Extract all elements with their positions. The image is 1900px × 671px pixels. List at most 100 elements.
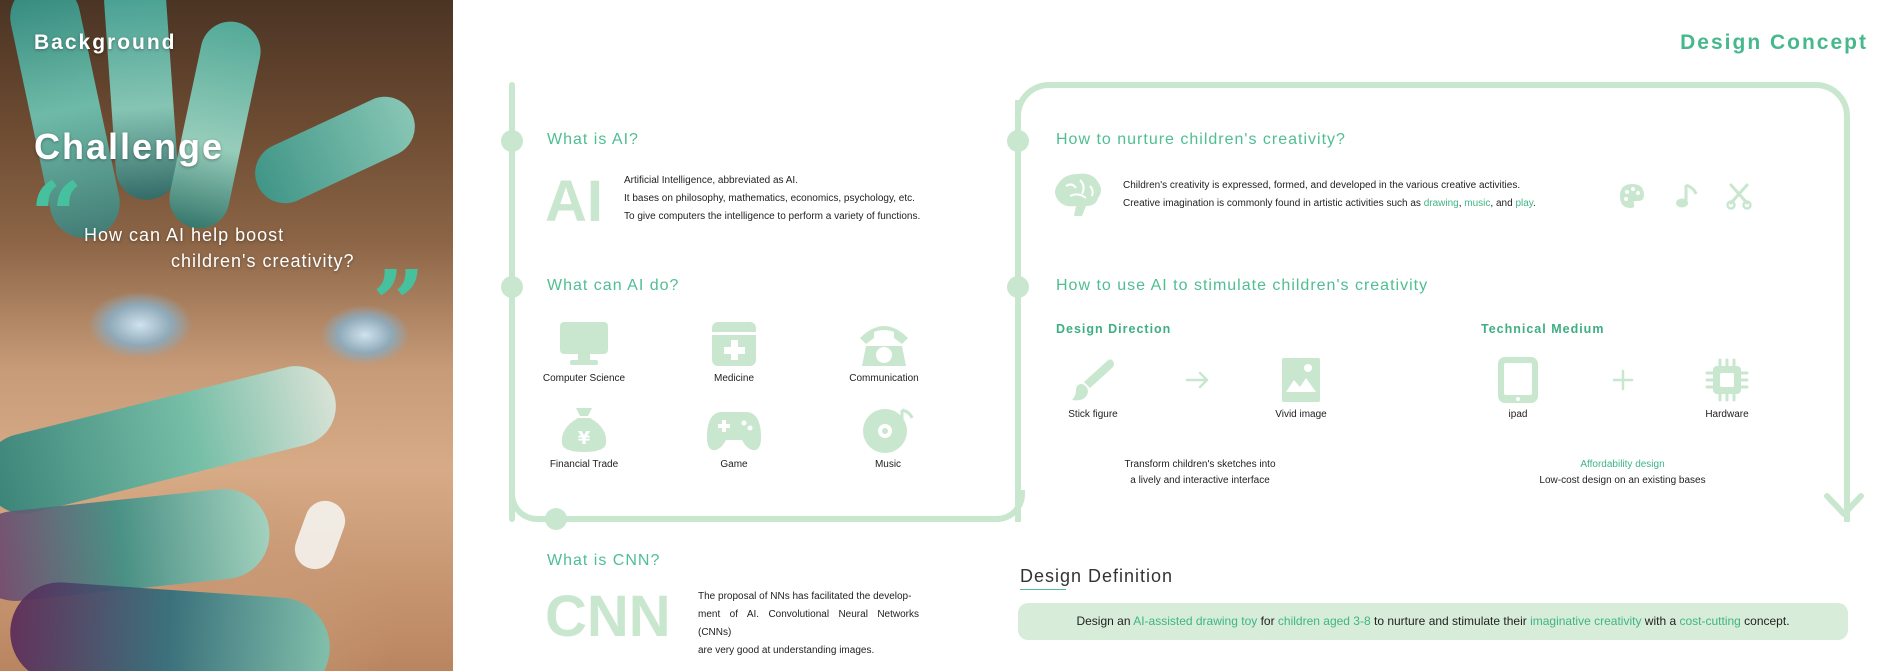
ipad-label: ipad xyxy=(1508,409,1528,420)
vivid-image-item: Vivid image xyxy=(1236,356,1366,420)
cnn-description-line: ment of AI. Convolutional Neural Network… xyxy=(698,609,919,638)
tablet-icon xyxy=(1498,357,1538,403)
design-direction-desc-line: a lively and interactive interface xyxy=(1130,475,1270,486)
background-title: Background xyxy=(34,31,177,54)
timeline-dot xyxy=(501,130,523,152)
design-direction-title: Design Direction xyxy=(1056,322,1172,336)
ai-description-line: To give computers the intelligence to pe… xyxy=(624,211,921,222)
design-definition-box: Design an AI-assisted drawing toy for ch… xyxy=(1018,603,1848,640)
nurture-description: Children's creativity is expressed, form… xyxy=(1123,177,1536,213)
cnn-description-line: are very good at understanding images. xyxy=(698,645,875,656)
gamepad-icon xyxy=(706,412,762,451)
chip-icon xyxy=(1705,358,1749,402)
highlight-play: play xyxy=(1515,198,1534,209)
ai-field-medicine: Medicine xyxy=(669,320,799,384)
telephone-icon xyxy=(860,326,908,366)
ai-field-music: Music xyxy=(823,406,953,470)
plus-icon xyxy=(1612,369,1634,391)
definition-text: to nurture and stimulate their xyxy=(1370,614,1531,628)
ai-field-label: Computer Science xyxy=(542,373,626,384)
timeline-line xyxy=(1015,100,1021,522)
challenge-question-line1: How can AI help boost xyxy=(84,225,285,245)
separator: , and xyxy=(1490,198,1516,209)
image-icon xyxy=(1282,358,1320,402)
highlight-children-aged: children aged 3-8 xyxy=(1277,614,1371,628)
design-concept-title: Design Concept xyxy=(1680,31,1868,54)
paint-smear xyxy=(289,495,351,575)
highlight-drawing: drawing xyxy=(1423,198,1459,209)
timeline-dot xyxy=(501,276,523,298)
cnn-description: The proposal of NNs has facilitated the … xyxy=(698,588,919,660)
scissors-icon xyxy=(1726,183,1752,210)
definition-text: with a xyxy=(1641,614,1680,628)
definition-text: for xyxy=(1257,614,1278,628)
design-direction-desc-line: Transform children's sketches into xyxy=(1124,459,1276,470)
palette-icon xyxy=(1620,184,1644,208)
what-can-ai-do-title: What can AI do? xyxy=(547,277,680,294)
highlight-imaginative-creativity: imaginative creativity xyxy=(1530,614,1642,628)
hardware-item: Hardware xyxy=(1662,356,1792,420)
painted-hand xyxy=(6,578,334,671)
stick-figure-item: Stick figure xyxy=(1028,356,1158,420)
design-definition-title: Design Definition xyxy=(1020,566,1174,586)
definition-text: concept. xyxy=(1740,614,1790,628)
challenge-question-line2: children's creativity? xyxy=(171,251,355,271)
technical-medium-desc-line: Low-cost design on an existing bases xyxy=(1539,475,1706,486)
ai-field-communication: Communication xyxy=(819,320,949,384)
stimulate-title: How to use AI to stimulate children's cr… xyxy=(1056,277,1429,294)
ai-big-word: AI xyxy=(545,169,603,234)
ai-field-label: Financial Trade xyxy=(549,459,619,470)
brain-icon xyxy=(1055,173,1101,216)
music-note-icon xyxy=(1676,183,1698,208)
hardware-label: Hardware xyxy=(1705,409,1749,420)
ai-description: Artificial Intelligence, abbreviated as … xyxy=(624,172,920,226)
nurture-line2-prefix: Creative imagination is commonly found i… xyxy=(1123,198,1424,209)
highlight-music: music xyxy=(1464,198,1491,209)
design-direction-description: Transform children's sketches into a liv… xyxy=(1080,457,1320,489)
what-is-ai-title: What is AI? xyxy=(547,131,639,148)
background-photo: Background Challenge “ How can AI help b… xyxy=(0,0,453,671)
open-quote-icon: “ xyxy=(30,162,83,270)
ai-field-game: Game xyxy=(669,406,799,470)
title-underline xyxy=(1020,589,1066,590)
money-bag-icon: ¥ xyxy=(561,408,607,452)
stick-figure-label: Stick figure xyxy=(1068,409,1118,420)
ai-field-label: Communication xyxy=(849,373,919,384)
highlight-ai-assisted-drawing-toy: AI-assisted drawing toy xyxy=(1133,614,1258,628)
ai-field-label: Game xyxy=(720,459,748,470)
cnn-description-line: The proposal of NNs has facilitated the … xyxy=(698,591,912,602)
nurture-line2: Creative imagination is commonly found i… xyxy=(1123,195,1536,213)
close-quote-icon: ” xyxy=(372,250,425,358)
medical-kit-icon xyxy=(712,322,756,366)
technical-medium-title: Technical Medium xyxy=(1481,322,1605,336)
technical-medium-description: Affordability design Low-cost design on … xyxy=(1500,457,1745,489)
ai-field-financial-trade: ¥ Financial Trade xyxy=(519,406,649,470)
timeline-dot xyxy=(545,508,567,530)
svg-text:¥: ¥ xyxy=(578,428,591,449)
ai-field-label: Medicine xyxy=(713,373,755,384)
timeline-dot xyxy=(1007,130,1029,152)
arrow-right-icon xyxy=(1185,371,1209,389)
timeline-line xyxy=(509,490,1025,522)
vivid-image-label: Vivid image xyxy=(1275,409,1327,420)
definition-text: Design an xyxy=(1076,614,1134,628)
what-is-cnn-title: What is CNN? xyxy=(547,552,661,569)
monitor-icon xyxy=(560,322,608,365)
ai-field-label: Music xyxy=(874,459,902,470)
timeline-dot xyxy=(1007,276,1029,298)
nurture-title: How to nurture children's creativity? xyxy=(1056,131,1346,148)
painted-finger xyxy=(163,16,267,234)
ai-field-computer-science: Computer Science xyxy=(519,320,649,384)
music-disc-icon xyxy=(863,408,914,453)
ai-description-line: It bases on philosophy, mathematics, eco… xyxy=(624,193,915,204)
affordability-highlight: Affordability design xyxy=(1580,459,1665,470)
painted-finger xyxy=(245,86,425,214)
nurture-line1: Children's creativity is expressed, form… xyxy=(1123,180,1521,191)
paintbrush-icon xyxy=(1072,359,1114,401)
nurture-line2-suffix: . xyxy=(1533,198,1536,209)
cnn-big-word: CNN xyxy=(545,584,671,649)
ipad-item: ipad xyxy=(1453,356,1583,420)
down-arrow-icon xyxy=(1824,493,1864,517)
ai-description-line: Artificial Intelligence, abbreviated as … xyxy=(624,175,798,186)
highlight-cost-cutting: cost-cutting xyxy=(1679,614,1741,628)
